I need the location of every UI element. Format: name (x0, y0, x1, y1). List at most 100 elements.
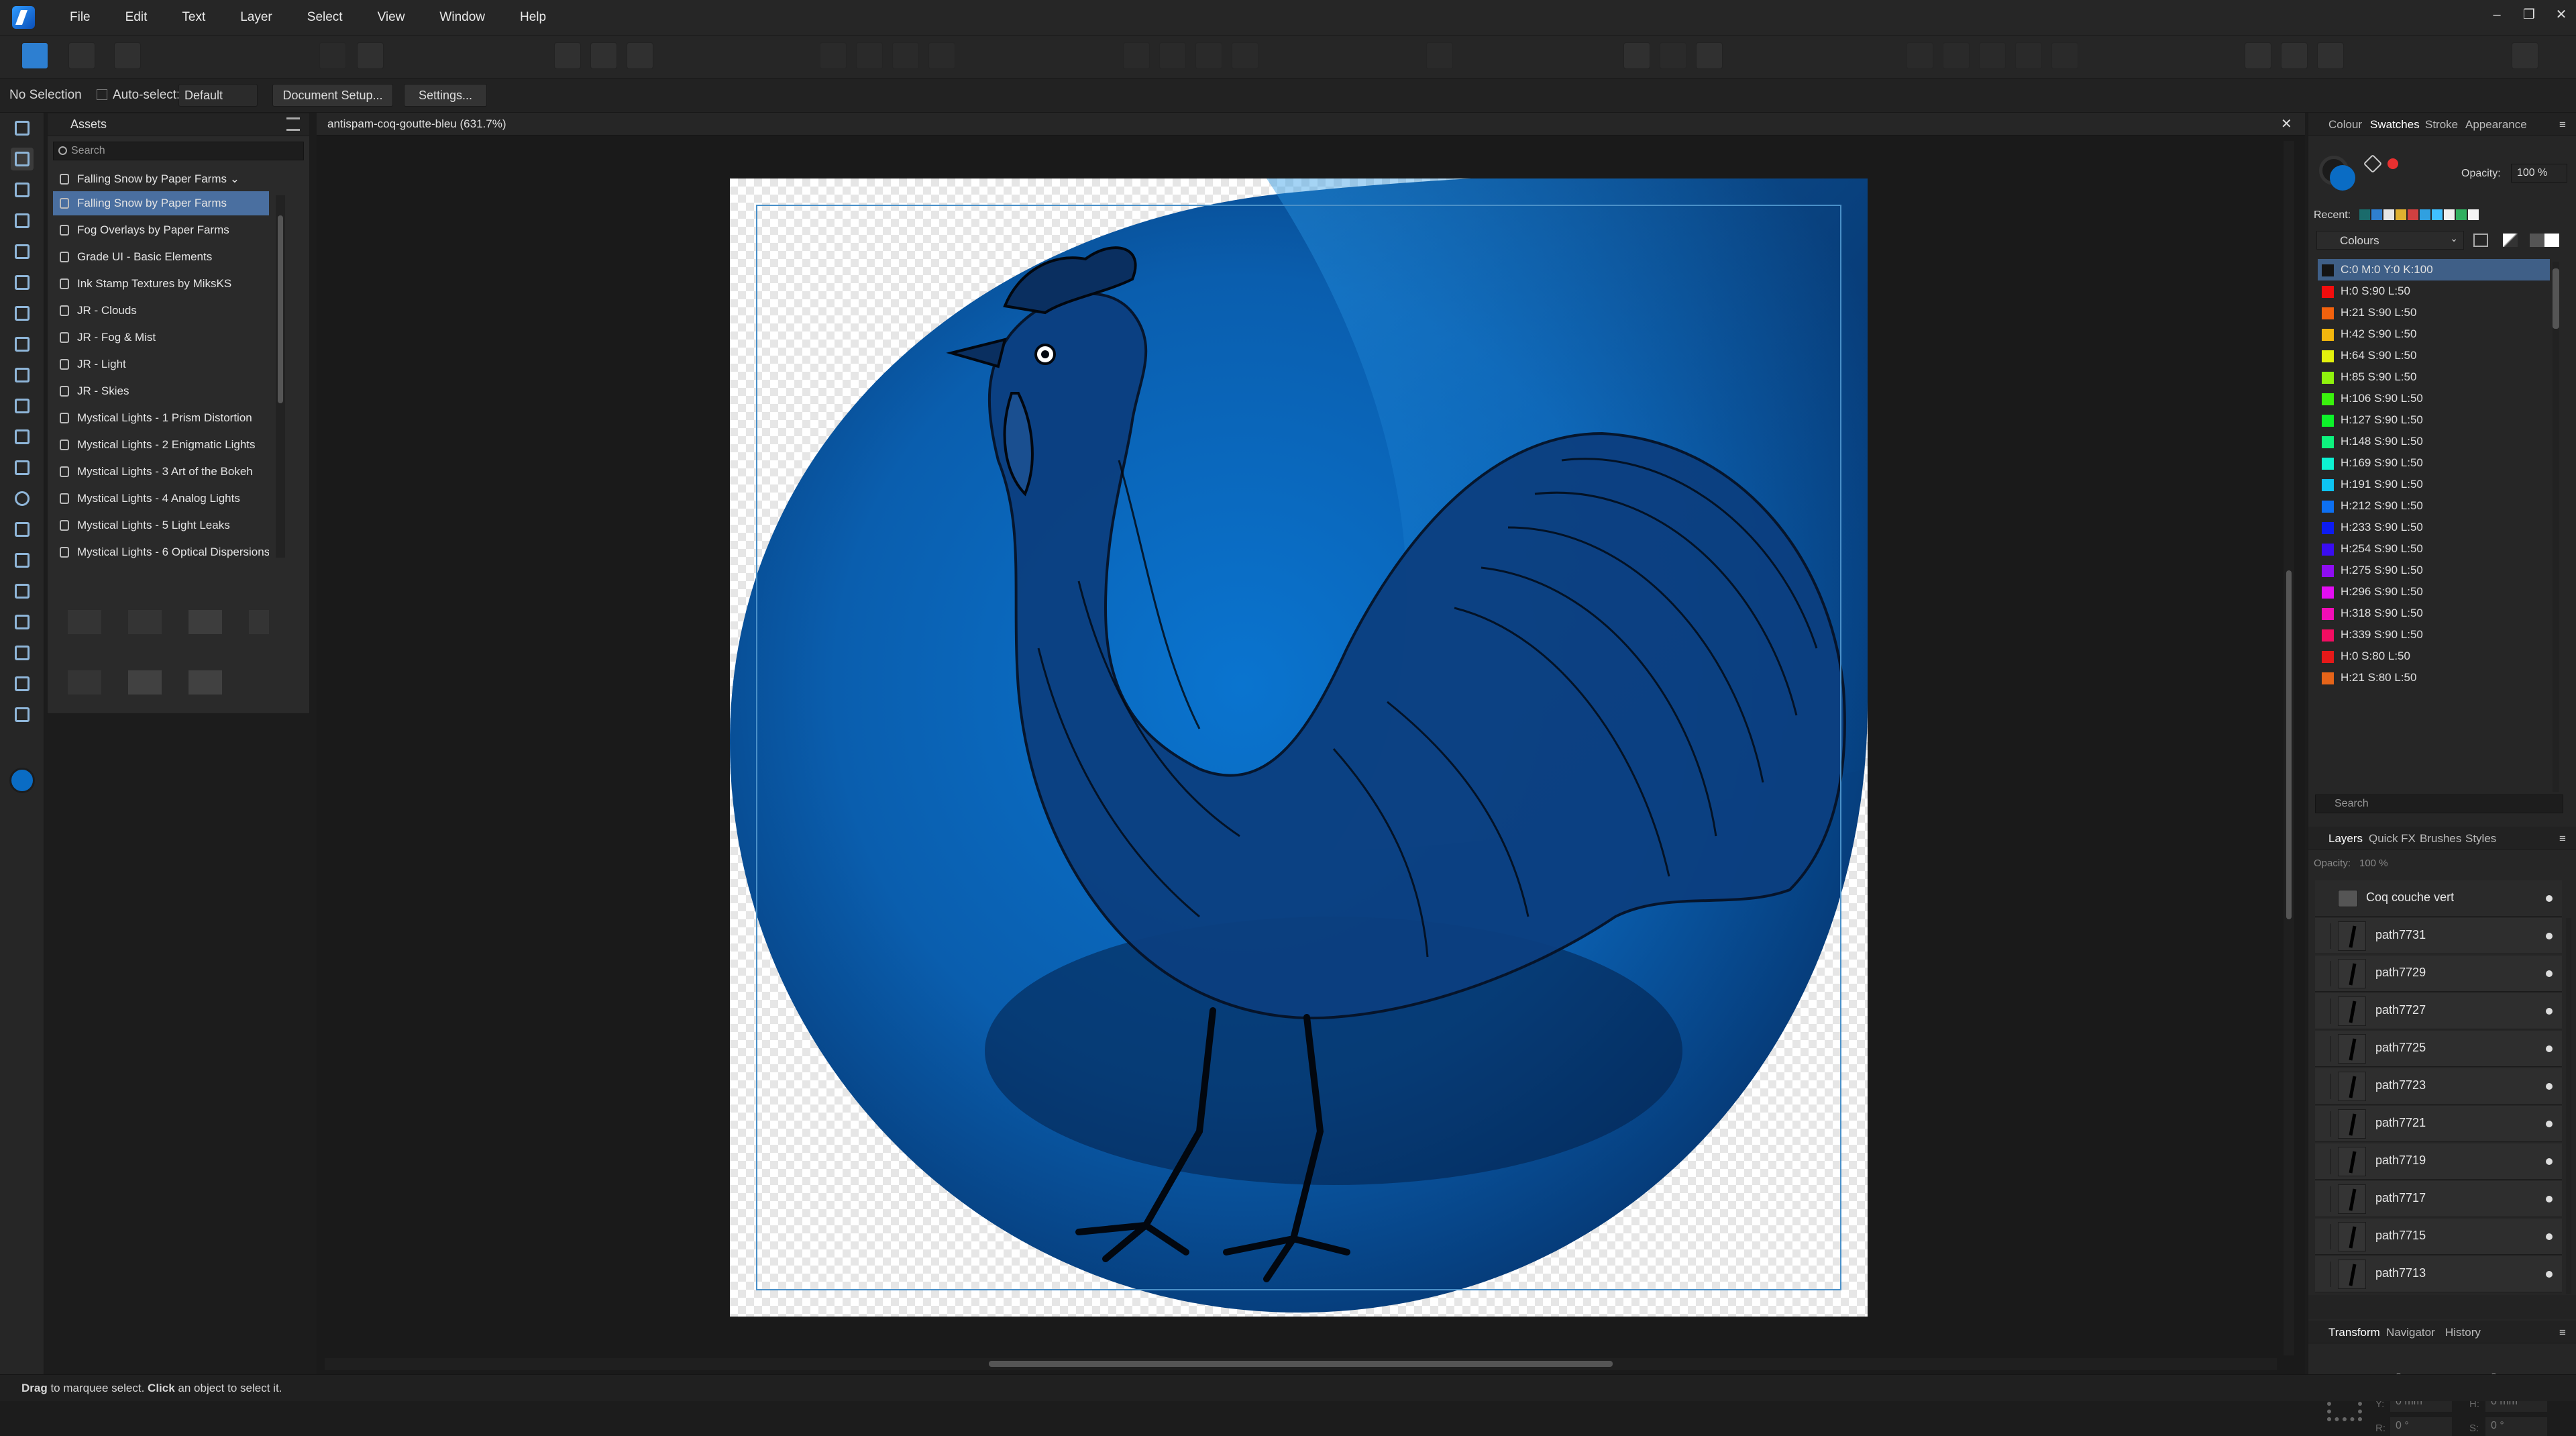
node-tool-icon[interactable] (11, 178, 34, 201)
boolean-xor-icon[interactable] (2015, 42, 2042, 69)
layer-row[interactable]: path7725 (2315, 1031, 2562, 1067)
layer-visibility-toggle[interactable] (2318, 1224, 2331, 1249)
layer-row[interactable]: path7719 (2315, 1143, 2562, 1180)
align-right-icon[interactable] (1195, 42, 1222, 69)
swatch-row[interactable]: H:85 S:90 L:50 (2318, 366, 2550, 388)
document-setup-button[interactable]: Document Setup... (272, 84, 393, 107)
arrange-backward-icon[interactable] (856, 42, 883, 69)
recent-color-chip[interactable] (2456, 209, 2467, 220)
asset-item[interactable]: Fog Overlays by Paper Farms (53, 218, 269, 242)
align-left-icon[interactable] (1123, 42, 1150, 69)
tab-quick-fx[interactable]: Quick FX (2369, 832, 2416, 845)
layer-row[interactable]: path7717 (2315, 1181, 2562, 1217)
preferences-icon[interactable] (357, 42, 384, 69)
menu-help[interactable]: Help (502, 0, 564, 35)
artboard[interactable] (730, 178, 1868, 1317)
layer-visible-dot[interactable] (2546, 970, 2553, 977)
layer-visibility-toggle[interactable] (2318, 1074, 2331, 1099)
layer-visibility-toggle[interactable] (2318, 961, 2331, 986)
export-persona-icon[interactable] (114, 42, 141, 69)
layer-visible-dot[interactable] (2546, 1233, 2553, 1240)
fill-color-swatch[interactable] (2330, 165, 2355, 191)
recent-color-chip[interactable] (2383, 209, 2394, 220)
globe-icon[interactable] (2317, 42, 2344, 69)
layer-visible-dot[interactable] (2546, 1271, 2553, 1278)
layers-scrollbar[interactable] (2566, 918, 2571, 1294)
asset-item[interactable]: JR - Light (53, 352, 269, 376)
tab-navigator[interactable]: Navigator (2386, 1326, 2435, 1339)
boolean-add-icon[interactable] (1907, 42, 1933, 69)
opacity-field[interactable]: 100 % (2511, 164, 2567, 183)
pencil-tool-icon[interactable] (11, 302, 34, 325)
snap-bounds-icon[interactable] (590, 42, 617, 69)
arrange-front-icon[interactable] (928, 42, 955, 69)
boolean-divide-icon[interactable] (2051, 42, 2078, 69)
asset-item[interactable]: JR - Skies (53, 379, 269, 403)
asset-item[interactable]: Ink Stamp Textures by MiksKS (53, 272, 269, 296)
layer-visible-dot[interactable] (2546, 933, 2553, 939)
asset-item[interactable]: Falling Snow by Paper Farms (53, 191, 269, 215)
s-field[interactable]: 0 ° (2485, 1417, 2547, 1436)
swatch-row[interactable]: H:254 S:90 L:50 (2318, 538, 2550, 560)
artboard-tool-icon[interactable] (11, 148, 34, 170)
menu-view[interactable]: View (360, 0, 423, 35)
swatch-row[interactable]: H:21 S:90 L:50 (2318, 302, 2550, 323)
hand-tool-icon[interactable] (11, 672, 34, 695)
layer-list[interactable]: path7731 path7729 path7727 path7725 path7723… (2308, 918, 2570, 1294)
swatch-search-input[interactable]: Search (2315, 794, 2563, 813)
menu-text[interactable]: Text (164, 0, 223, 35)
swatch-row[interactable]: H:169 S:90 L:50 (2318, 452, 2550, 474)
r-field[interactable]: 0 ° (2390, 1417, 2452, 1436)
menu-select[interactable]: Select (290, 0, 360, 35)
recent-color-chip[interactable] (2396, 209, 2406, 220)
layer-group-row[interactable]: Coq couche vert (2315, 880, 2562, 917)
menu-layer[interactable]: Layer (223, 0, 290, 35)
asset-item[interactable]: Mystical Lights - 5 Light Leaks (53, 513, 269, 537)
panel-menu-icon[interactable]: ≡ (2559, 1326, 2566, 1339)
layer-visibility-toggle[interactable] (2318, 1149, 2331, 1174)
swatch-row[interactable]: H:275 S:90 L:50 (2318, 560, 2550, 581)
swatch-row[interactable]: H:339 S:90 L:50 (2318, 624, 2550, 646)
layer-visibility-toggle[interactable] (2318, 1111, 2331, 1137)
palette-view-icon[interactable] (2473, 234, 2488, 247)
horizontal-scrollbar[interactable] (325, 1358, 2277, 1370)
vector-brush-icon[interactable] (11, 333, 34, 356)
tab-transform[interactable]: Transform (2328, 1326, 2380, 1339)
layer-visibility-toggle[interactable] (2318, 1186, 2331, 1212)
layers-footer-icons[interactable] (2308, 1295, 2576, 1319)
recent-color-chip[interactable] (2468, 209, 2479, 220)
tab-appearance[interactable]: Appearance (2465, 118, 2527, 132)
layer-visibility-toggle[interactable] (2318, 1036, 2331, 1062)
swatch-row[interactable]: C:0 M:0 Y:0 K:100 (2318, 259, 2550, 280)
layer-visible-dot[interactable] (2546, 1121, 2553, 1127)
swatch-row[interactable]: H:212 S:90 L:50 (2318, 495, 2550, 517)
tab-stroke[interactable]: Stroke (2425, 118, 2458, 132)
arrange-back-icon[interactable] (820, 42, 847, 69)
menu-edit[interactable]: Edit (108, 0, 165, 35)
layer-row[interactable]: path7729 (2315, 956, 2562, 992)
layer-visibility-toggle[interactable] (2318, 998, 2331, 1024)
asset-item[interactable]: JR - Clouds (53, 299, 269, 323)
swatch-row[interactable]: H:127 S:90 L:50 (2318, 409, 2550, 431)
swatch-row[interactable]: H:0 S:80 L:50 (2318, 646, 2550, 667)
layer-visible-dot[interactable] (2546, 1008, 2553, 1015)
arrange-forward-icon[interactable] (892, 42, 919, 69)
layer-visible-dot[interactable] (2546, 1083, 2553, 1090)
menu-file[interactable]: File (52, 0, 108, 35)
place-image-icon[interactable] (11, 395, 34, 417)
close-document-icon[interactable]: ✕ (2281, 115, 2292, 132)
asset-item[interactable]: Grade UI - Basic Elements (53, 245, 269, 269)
swatch-row[interactable]: H:0 S:90 L:50 (2318, 280, 2550, 302)
close-window-icon[interactable]: ✕ (2542, 0, 2576, 30)
hue-tool-icon[interactable] (11, 549, 34, 572)
pen-tool-icon[interactable] (11, 271, 34, 294)
swatch-row[interactable]: H:191 S:90 L:50 (2318, 474, 2550, 495)
align-center-icon[interactable] (1159, 42, 1186, 69)
layer-visible-dot[interactable] (2546, 1158, 2553, 1165)
swatch-list[interactable]: C:0 M:0 Y:0 K:100 H:0 S:90 L:50 H:21 S:90 … (2308, 259, 2563, 793)
auto-select-dropdown[interactable]: Default (178, 84, 258, 107)
asset-item[interactable]: Mystical Lights - 2 Enigmatic Lights (53, 433, 269, 457)
document-tab[interactable]: antispam-coq-goutte-bleu (631.7%) ✕ (317, 113, 2305, 136)
boolean-subtract-icon[interactable] (1943, 42, 1970, 69)
tab-colour[interactable]: Colour (2328, 118, 2362, 132)
